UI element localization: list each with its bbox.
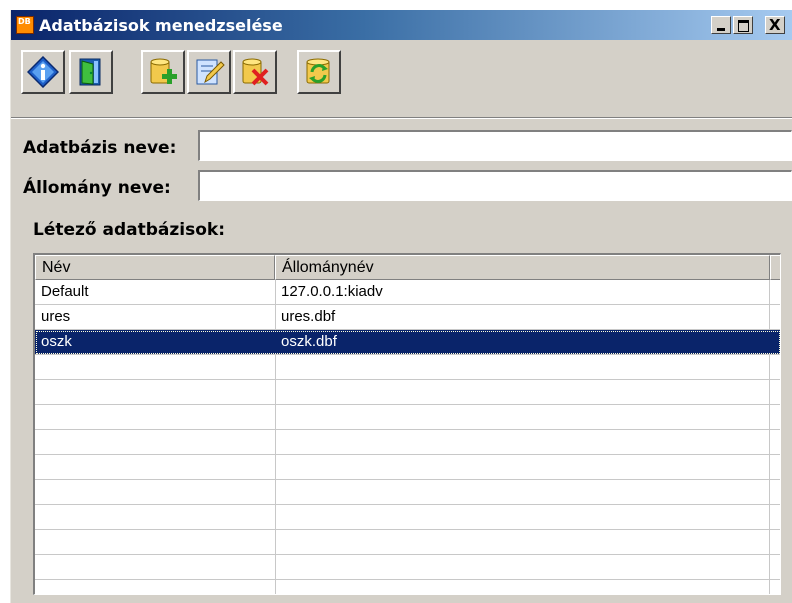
close-button[interactable]: X bbox=[765, 16, 785, 34]
title-bar[interactable]: Adatbázisok menedzselése X bbox=[11, 10, 792, 40]
empty-row bbox=[35, 455, 780, 480]
edit-document-icon bbox=[196, 59, 225, 85]
file-name-field[interactable] bbox=[198, 170, 792, 201]
list-rows: Default 127.0.0.1:kiadv ures ures.dbf oszk os… bbox=[35, 280, 780, 594]
add-database-button[interactable] bbox=[141, 50, 185, 94]
row-filename-cell: ures.dbf bbox=[281, 308, 336, 325]
database-refresh-icon bbox=[306, 58, 330, 84]
row-name-cell: Default bbox=[41, 283, 89, 300]
info-icon bbox=[27, 56, 59, 88]
minimize-button[interactable] bbox=[711, 16, 731, 34]
app-icon bbox=[16, 16, 34, 34]
empty-row bbox=[35, 380, 780, 405]
database-list[interactable]: Név Állománynév Default 127.0.0.1:kiadv ur… bbox=[33, 253, 781, 595]
table-row[interactable]: ures ures.dbf bbox=[35, 305, 780, 330]
maximize-button[interactable] bbox=[733, 16, 753, 34]
column-header-filler bbox=[770, 255, 780, 280]
existing-databases-label: Létező adatbázisok: bbox=[33, 220, 226, 240]
delete-database-button[interactable] bbox=[233, 50, 277, 94]
table-row[interactable]: oszk oszk.dbf bbox=[35, 330, 780, 355]
empty-row bbox=[35, 555, 780, 580]
empty-row bbox=[35, 530, 780, 555]
empty-row bbox=[35, 580, 780, 594]
database-name-label: Adatbázis neve: bbox=[23, 138, 177, 158]
row-name-cell: ures bbox=[41, 308, 71, 325]
row-filename-cell: oszk.dbf bbox=[281, 333, 337, 350]
table-row[interactable]: Default 127.0.0.1:kiadv bbox=[35, 280, 780, 305]
empty-row bbox=[35, 405, 780, 430]
empty-row bbox=[35, 480, 780, 505]
refresh-database-button[interactable] bbox=[297, 50, 341, 94]
database-name-field[interactable] bbox=[198, 130, 792, 161]
exit-button[interactable] bbox=[69, 50, 113, 94]
minimize-icon bbox=[717, 28, 725, 31]
database-add-icon bbox=[150, 58, 177, 84]
empty-row bbox=[35, 505, 780, 530]
toolbar bbox=[11, 43, 792, 118]
empty-row bbox=[35, 355, 780, 380]
column-header-name[interactable]: Név bbox=[35, 255, 275, 280]
info-button[interactable] bbox=[21, 50, 65, 94]
edit-button[interactable] bbox=[187, 50, 231, 94]
file-name-label: Állomány neve: bbox=[23, 178, 171, 198]
row-name-cell: oszk bbox=[41, 333, 72, 350]
empty-row bbox=[35, 430, 780, 455]
exit-door-icon bbox=[79, 58, 101, 86]
row-filename-cell: 127.0.0.1:kiadv bbox=[281, 283, 383, 300]
maximize-icon bbox=[738, 20, 749, 32]
database-delete-icon bbox=[242, 58, 269, 86]
window-title: Adatbázisok menedzselése bbox=[39, 16, 283, 35]
column-header-filename[interactable]: Állománynév bbox=[275, 255, 770, 280]
close-icon: X bbox=[769, 16, 781, 34]
database-manager-window: Adatbázisok menedzselése X bbox=[10, 10, 792, 603]
